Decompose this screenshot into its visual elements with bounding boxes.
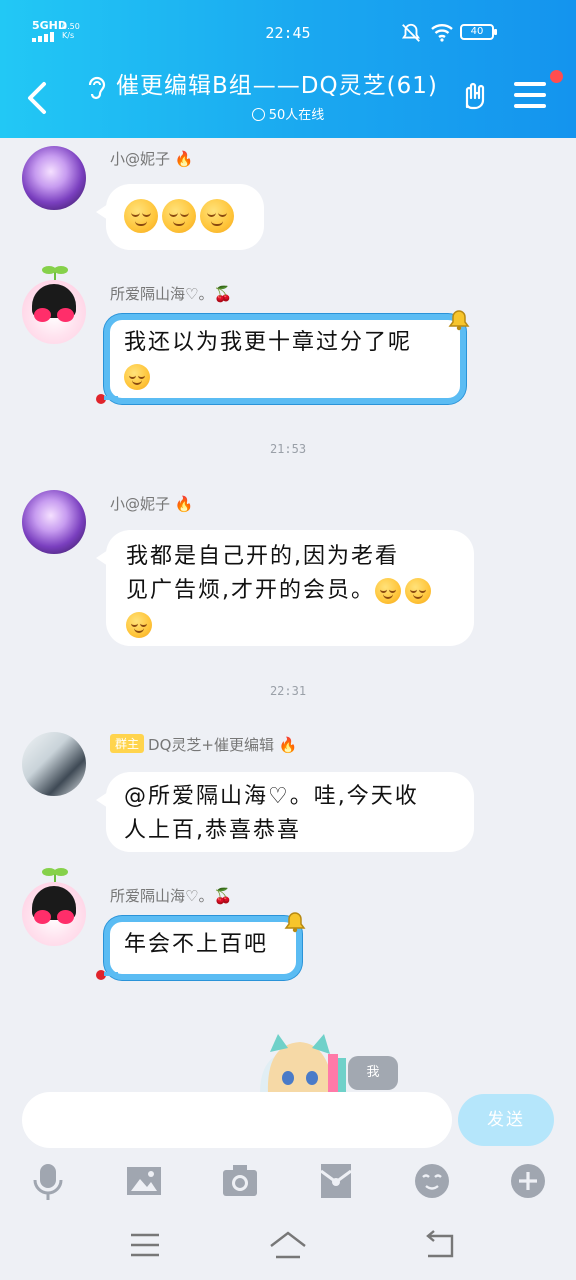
cherry-icon: 🍒 <box>213 887 233 905</box>
notification-dot <box>550 70 563 83</box>
avatar[interactable] <box>22 146 86 210</box>
chat-toolbar <box>0 1160 576 1206</box>
avatar[interactable] <box>22 490 86 554</box>
rock-hand-icon[interactable] <box>458 80 490 112</box>
system-navbar <box>0 1210 576 1280</box>
chat-title[interactable]: 催更编辑B组——DQ灵芝(61) <box>116 68 438 104</box>
pin-icon <box>96 970 118 980</box>
wifi-icon <box>431 24 453 42</box>
smile-blush-icon <box>200 199 234 233</box>
message-bubble[interactable]: 年会不上百吧 <box>96 912 306 980</box>
mascot-sticker[interactable] <box>250 1034 350 1094</box>
sprout-icon <box>42 266 68 280</box>
ear-icon <box>88 76 106 100</box>
avatar[interactable] <box>22 732 86 796</box>
more-menu-button[interactable] <box>514 82 546 110</box>
message-bubble[interactable]: @所爱隔山海♡。哇,今天收 人上百,恭喜恭喜 <box>96 772 474 852</box>
online-status-icon <box>251 108 265 121</box>
back-icon[interactable] <box>420 1228 460 1262</box>
status-bar: 5GHD 0.50 K/s 22:45 40 <box>0 0 576 60</box>
sender-name: 群主 DQ灵芝+催更编辑 🔥 <box>110 734 297 755</box>
pin-icon <box>96 394 118 404</box>
sender-name: 小@妮子 🔥 <box>110 150 194 168</box>
bell-icon <box>448 310 470 331</box>
battery-icon: 40 <box>460 24 497 40</box>
sender-name: 小@妮子 🔥 <box>110 495 194 513</box>
message-bubble[interactable]: 我还以为我更十章过分了呢 <box>96 310 470 404</box>
mic-icon[interactable] <box>28 1160 68 1202</box>
laughing-cry-icon <box>124 364 150 390</box>
message-bubble[interactable] <box>96 184 264 250</box>
smile-blush-icon <box>124 199 158 233</box>
avatar[interactable] <box>22 882 86 946</box>
red-packet-icon[interactable] <box>316 1160 356 1202</box>
menu-icon[interactable] <box>125 1228 165 1262</box>
group-owner-badge: 群主 <box>110 734 145 753</box>
fire-icon: 🔥 <box>278 736 298 754</box>
home-icon[interactable] <box>268 1228 308 1262</box>
message-input[interactable] <box>22 1092 452 1148</box>
smile-blush-icon <box>375 578 401 604</box>
fire-icon: 🔥 <box>174 150 194 168</box>
avatar[interactable] <box>22 280 86 344</box>
smile-blush-icon <box>126 612 152 638</box>
message-bubble[interactable]: 我都是自己开的,因为老看 见广告烦,才开的会员。 <box>96 530 474 646</box>
mute-bell-icon <box>401 23 421 42</box>
plus-icon[interactable] <box>508 1160 548 1202</box>
cherry-icon: 🍒 <box>213 285 233 303</box>
emoji-icon[interactable] <box>412 1160 452 1202</box>
sender-name: 所爱隔山海♡。🍒 <box>110 887 233 905</box>
chat-header: 5GHD 0.50 K/s 22:45 40 催更编辑B组——DQ灵芝(61) … <box>0 0 576 138</box>
smile-blush-icon <box>162 199 196 233</box>
fire-icon: 🔥 <box>174 495 194 513</box>
me-tag: 我 <box>348 1056 398 1090</box>
sprout-icon <box>42 868 68 882</box>
time-divider: 21:53 <box>269 442 307 456</box>
send-button[interactable]: 发送 <box>458 1094 554 1146</box>
bell-icon <box>284 912 306 933</box>
smile-blush-icon <box>405 578 431 604</box>
camera-icon[interactable] <box>220 1160 260 1202</box>
image-icon[interactable] <box>124 1160 164 1202</box>
sender-name: 所爱隔山海♡。🍒 <box>110 285 233 303</box>
time-divider: 22:31 <box>269 684 307 698</box>
